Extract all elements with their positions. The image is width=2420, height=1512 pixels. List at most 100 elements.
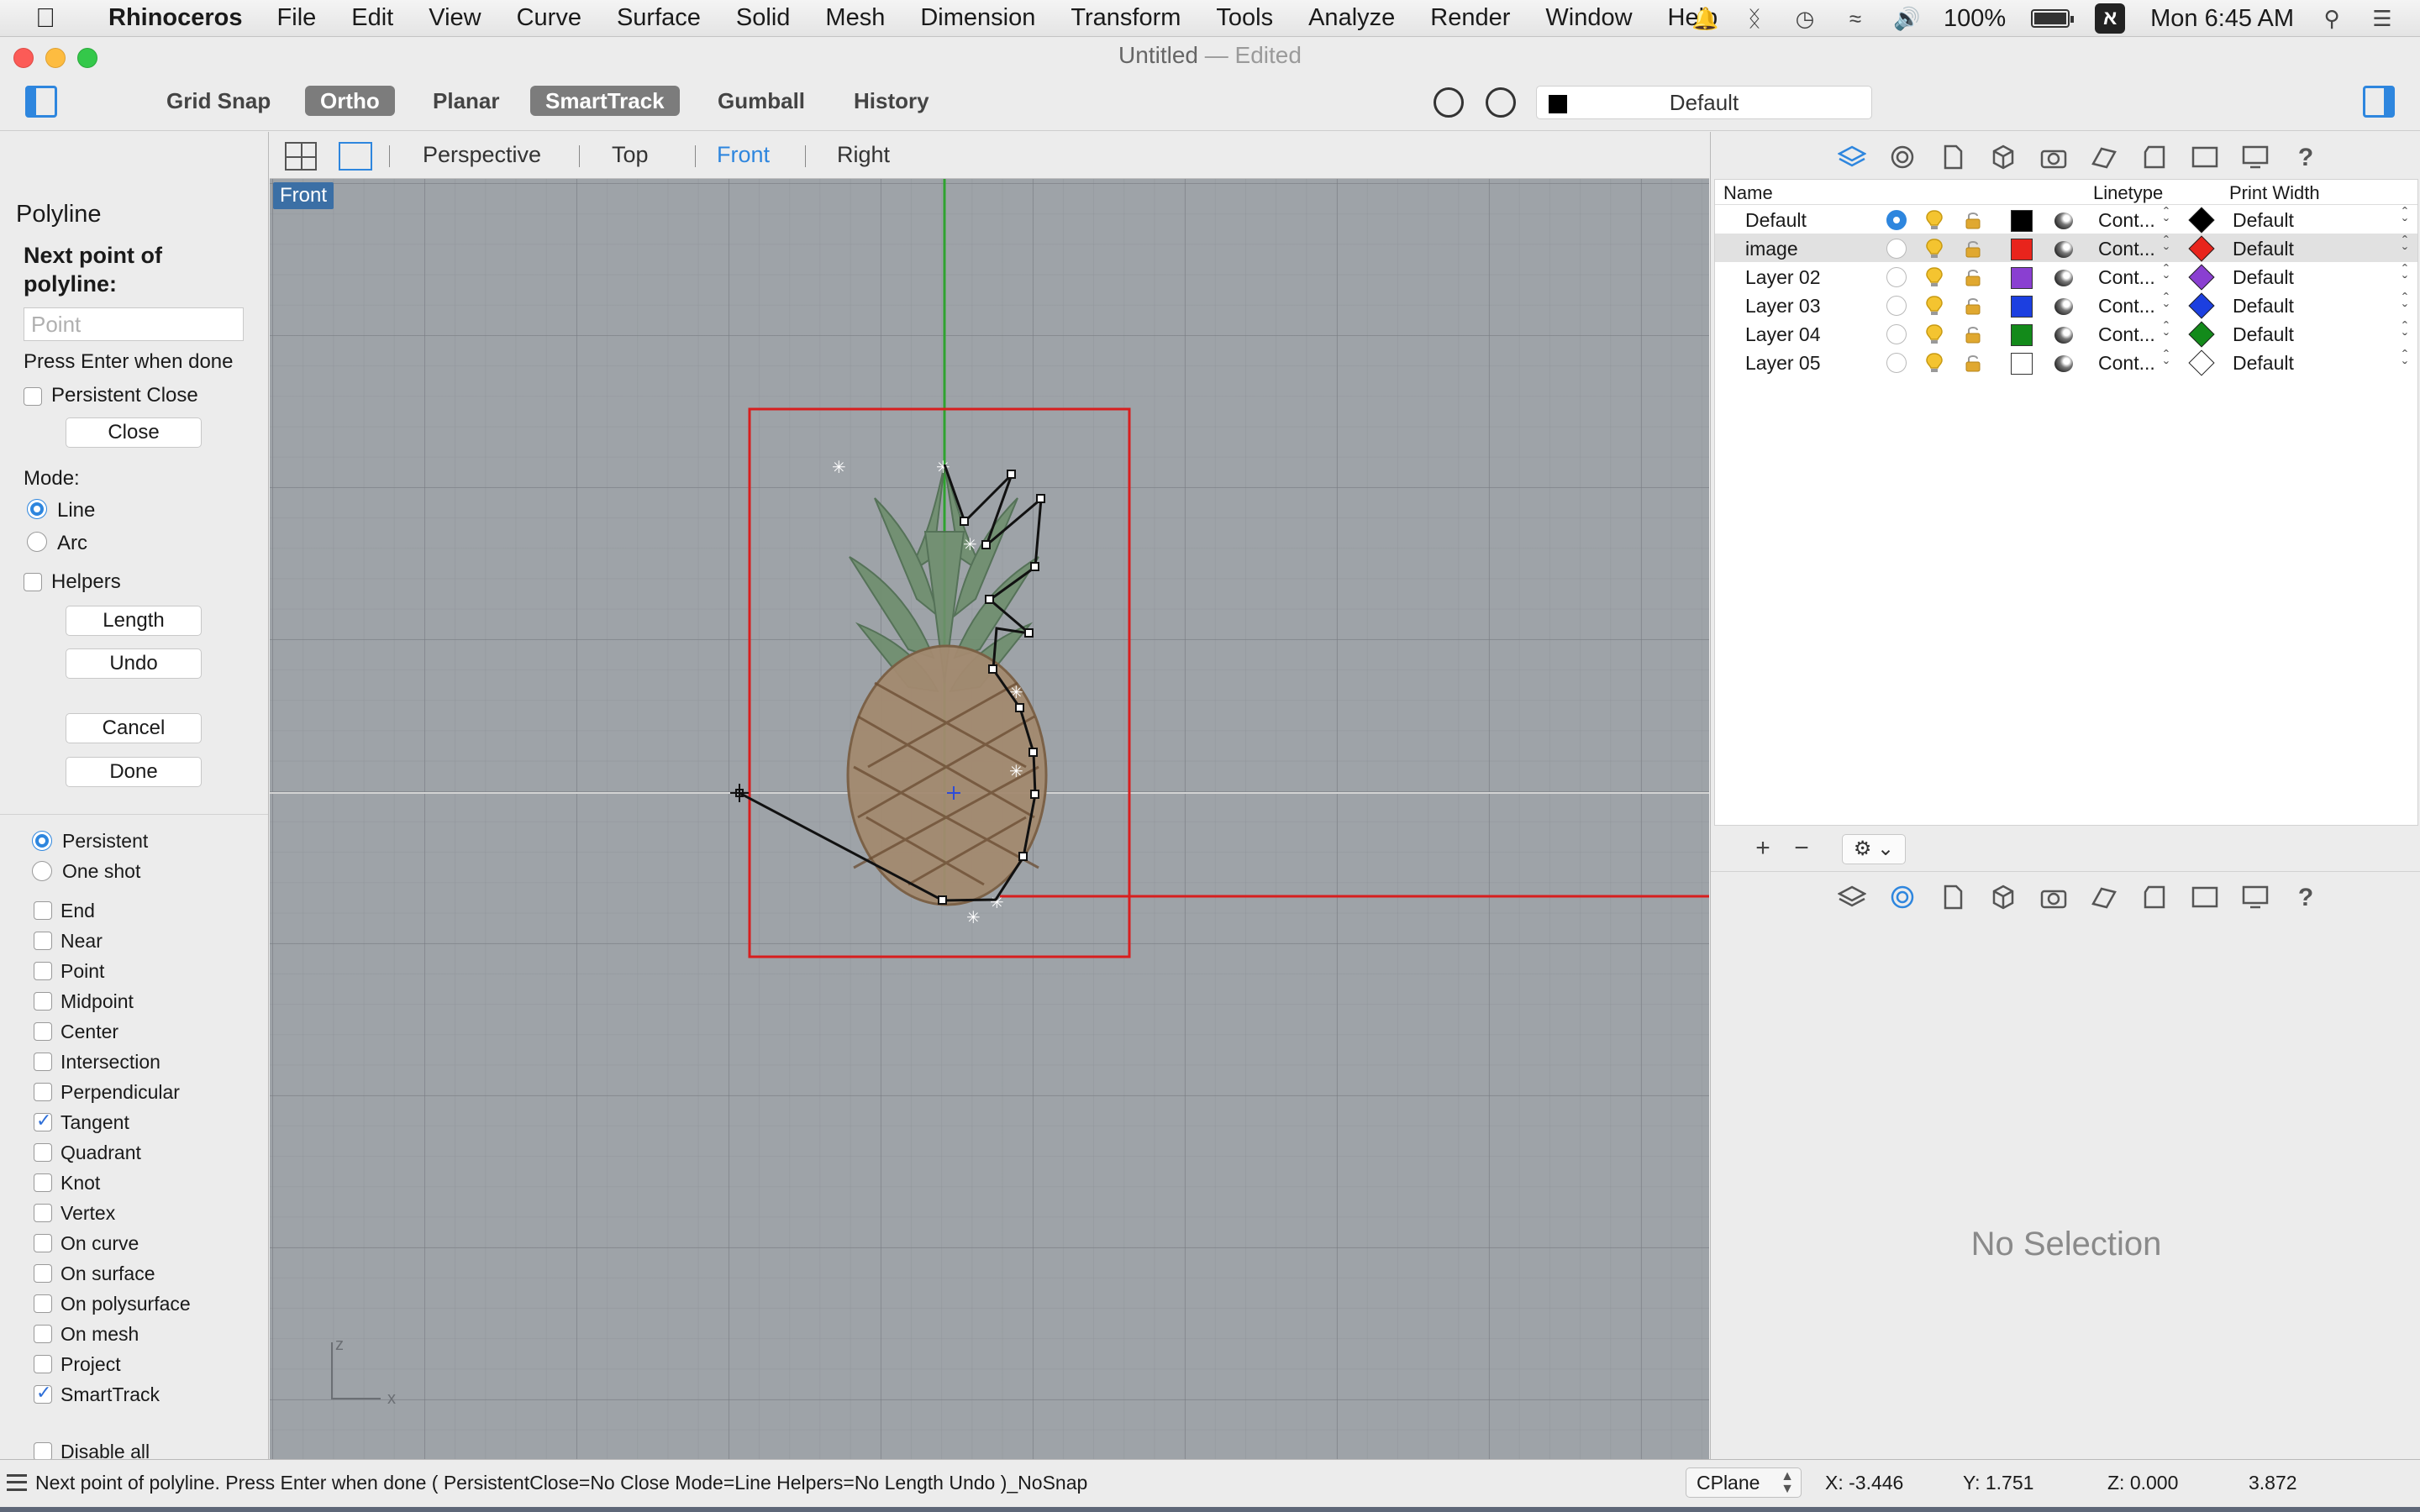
layer-row[interactable]: image Cont... ˆ ˇ Default ˆ ˇ [1715,234,2417,262]
undo-button[interactable]: Undo [66,648,202,679]
layer-lock-icon[interactable] [1964,324,1982,344]
layer-row[interactable]: Default Cont... ˆ ˇ Default ˆ ˇ [1715,205,2417,234]
layer-linetype[interactable]: Cont... [2098,209,2155,232]
four-viewports-icon[interactable] [285,142,317,171]
layer-color-swatch[interactable] [2011,267,2033,289]
menu-solid[interactable]: Solid [718,4,808,32]
named-views-panel-tab-icon[interactable] [2190,144,2220,171]
properties-panel-tab-icon[interactable] [1887,144,1918,171]
osnap-end-checkbox[interactable] [34,901,52,920]
osnap-toggle-icon[interactable] [1434,87,1464,118]
layer-options-button[interactable]: ⚙ ⌄ [1842,834,1906,864]
named-views-panel-tab-icon[interactable] [2190,884,2220,911]
layer-linetype[interactable]: Cont... [2098,352,2155,375]
help-panel-tab-icon[interactable]: ? [2291,884,2321,911]
print-color-diamond-icon[interactable] [2188,292,2215,319]
tab-right[interactable]: Right [837,142,890,168]
notification-bell-icon[interactable]: 🔔 [1691,6,1718,31]
cplane-select[interactable]: CPlane ▲ ▼ [1686,1467,1802,1498]
layer-material-icon[interactable] [2054,327,2073,344]
layer-name[interactable]: Default [1745,209,1807,232]
osnap-center-checkbox[interactable] [34,1022,52,1041]
current-layer-radio[interactable] [1886,296,1907,316]
osnap-near-checkbox[interactable] [34,932,52,950]
materials-panel-tab-icon[interactable] [2089,144,2119,171]
linetype-stepper-icon[interactable]: ˆˇ [2160,206,2172,233]
osnap-point-checkbox[interactable] [34,962,52,980]
battery-icon[interactable] [2031,9,2075,28]
layer-print-width[interactable]: Default [2233,352,2294,375]
viewport-title-label[interactable]: Front [273,182,334,209]
linetype-stepper-icon[interactable]: ˆˇ [2160,320,2172,347]
layer-name[interactable]: Layer 04 [1745,323,1821,346]
current-layer-radio[interactable] [1886,267,1907,287]
osnap-midpoint-checkbox[interactable] [34,992,52,1011]
linetype-stepper-icon[interactable]: ˆˇ [2160,234,2172,261]
single-viewport-icon[interactable] [339,142,372,171]
close-window-icon[interactable] [13,48,34,68]
layer-print-width[interactable]: Default [2233,323,2294,346]
render-panel-tab-icon[interactable] [2039,144,2069,171]
done-button[interactable]: Done [66,757,202,787]
layer-row[interactable]: Layer 03 Cont... ˆ ˇ Default ˆ ˇ [1715,291,2417,319]
helpers-checkbox[interactable] [24,573,42,591]
print-color-diamond-icon[interactable] [2188,321,2215,348]
render-panel-tab-icon[interactable] [2039,884,2069,911]
print-width-stepper-icon[interactable]: ˆˇ [2399,320,2411,347]
notes-panel-tab-icon[interactable] [1938,144,1968,171]
layer-name[interactable]: Layer 05 [1745,352,1821,375]
mode-line-radio[interactable] [27,499,47,519]
layer-color-swatch[interactable] [2011,296,2033,318]
layer-row[interactable]: Layer 02 Cont... ˆ ˇ Default ˆ ˇ [1715,262,2417,291]
tab-top[interactable]: Top [612,142,649,168]
layer-material-icon[interactable] [2054,241,2073,258]
layer-material-icon[interactable] [2054,213,2073,229]
layer-linetype[interactable]: Cont... [2098,266,2155,289]
gumball-toggle[interactable]: Gumball [702,86,820,116]
layer-print-width[interactable]: Default [2233,295,2294,318]
display-mode-panel-tab-icon[interactable] [2240,144,2270,171]
print-color-diamond-icon[interactable] [2188,349,2215,376]
layer-print-width[interactable]: Default [2233,266,2294,289]
layers-panel-tab-icon[interactable] [1837,144,1867,171]
layer-print-width[interactable]: Default [2233,209,2294,232]
layer-visible-bulb-icon[interactable] [1925,238,1944,260]
layer-color-swatch[interactable] [2011,353,2033,375]
bluetooth-icon[interactable]: ᛝ [1742,6,1767,31]
layer-color-swatch[interactable] [2011,239,2033,260]
remove-layer-button[interactable]: − [1785,836,1818,864]
layers-panel-tab-icon[interactable] [1837,884,1867,911]
layer-lock-icon[interactable] [1964,239,1982,259]
menu-analyze[interactable]: Analyze [1291,4,1413,32]
menu-edit[interactable]: Edit [334,4,411,32]
spotlight-search-icon[interactable]: ⚲ [2319,6,2344,31]
point-input[interactable]: Point [24,307,244,341]
osnap-quadrant-checkbox[interactable] [34,1143,52,1162]
layer-visible-bulb-icon[interactable] [1925,323,1944,345]
materials-panel-tab-icon[interactable] [2089,884,2119,911]
column-name[interactable]: Name [1723,182,1773,204]
print-width-stepper-icon[interactable]: ˆˇ [2399,291,2411,318]
history-toggle[interactable]: History [839,86,944,116]
cancel-button[interactable]: Cancel [66,713,202,743]
linetype-stepper-icon[interactable]: ˆˇ [2160,291,2172,318]
layer-row[interactable]: Layer 05 Cont... ˆ ˇ Default ˆ ˇ [1715,348,2417,376]
print-width-stepper-icon[interactable]: ˆˇ [2399,234,2411,261]
osnap-intersection-checkbox[interactable] [34,1053,52,1071]
column-print-width[interactable]: Print Width [2229,182,2320,204]
add-layer-button[interactable]: + [1746,836,1780,864]
wifi-icon[interactable]: ≈ [1843,6,1868,31]
viewport-canvas[interactable]: ✳ ✳ ✳ ✳ ✳ ✳ ✳ z x [270,179,1709,1459]
length-button[interactable]: Length [66,606,202,636]
display-mode-panel-tab-icon[interactable] [2240,884,2270,911]
print-color-diamond-icon[interactable] [2188,207,2215,234]
layer-material-icon[interactable] [2054,298,2073,315]
current-layer-radio[interactable] [1886,324,1907,344]
properties-panel-tab-icon[interactable] [1887,884,1918,911]
left-sidebar-toggle-icon[interactable] [25,86,57,118]
smarttrack-toggle[interactable]: SmartTrack [530,86,680,116]
tab-perspective[interactable]: Perspective [423,142,541,168]
layer-name[interactable]: image [1745,238,1798,260]
layer-material-icon[interactable] [2054,355,2073,372]
input-source-icon[interactable]: א [2095,3,2126,34]
